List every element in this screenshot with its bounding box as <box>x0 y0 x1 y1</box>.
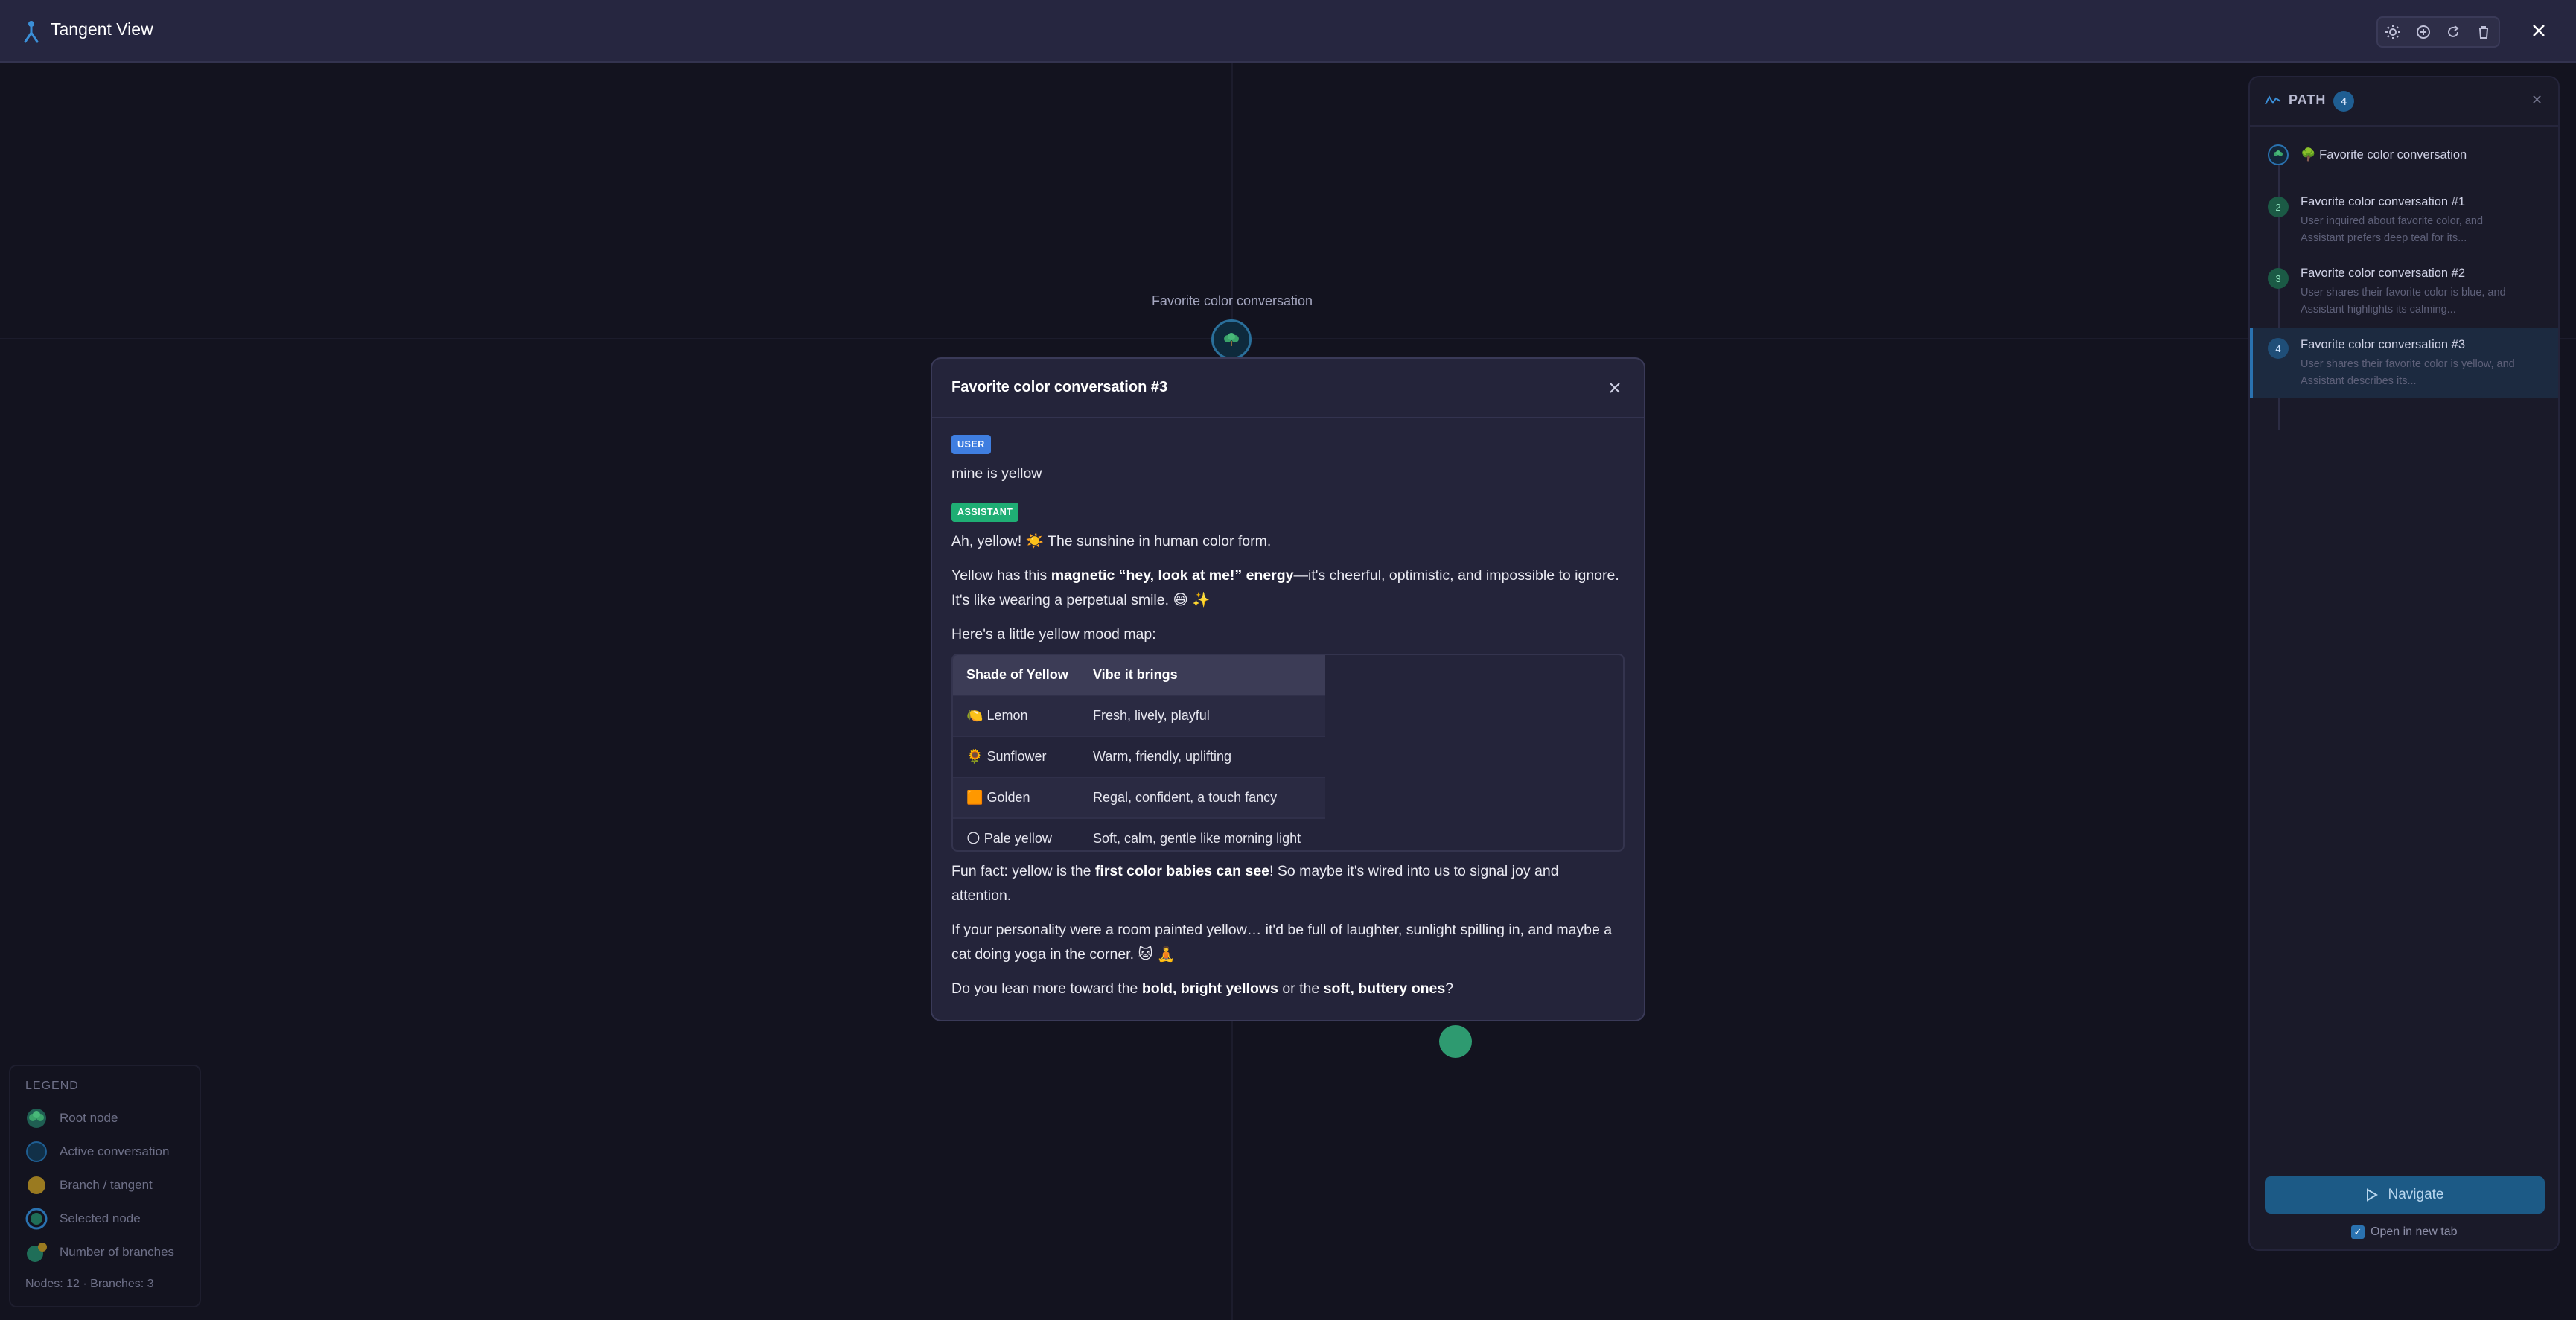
step-number: 4 <box>2268 338 2289 359</box>
legend: LEGEND Root node Active conversation Bra… <box>9 1065 201 1307</box>
navigate-button[interactable]: Navigate <box>2265 1176 2545 1214</box>
assistant-paragraph: Here's a little yellow mood map: <box>951 626 1156 643</box>
assistant-paragraph: Yellow has this magnetic “hey, look at m… <box>951 567 1619 608</box>
table-header: Shade of Yellow <box>953 655 1080 695</box>
modal-header: Favorite color conversation #3 <box>932 359 1644 418</box>
selected-node-icon <box>25 1208 48 1230</box>
root-node-label: Favorite color conversation <box>1151 293 1313 308</box>
navigate-label: Navigate <box>2388 1187 2444 1202</box>
path-item-summary: User shares their favorite color is yell… <box>2301 358 2515 387</box>
close-icon[interactable] <box>2528 19 2550 42</box>
path-icon <box>2265 95 2281 105</box>
active-conversation-icon <box>26 1141 47 1162</box>
path-item-title: 🌳 Favorite color conversation <box>2301 148 2467 162</box>
play-icon <box>2366 1188 2378 1202</box>
user-message: mine is yellow <box>951 465 1042 482</box>
assistant-paragraph: Ah, yellow! ☀️ The sunshine in human col… <box>951 533 1272 549</box>
table-row: 🌻 Sunflower Warm, friendly, uplifting <box>953 736 1325 777</box>
path-item-summary: User inquired about favorite color, and … <box>2301 215 2484 244</box>
open-new-tab-checkbox[interactable]: ✓ <box>2351 1225 2365 1239</box>
app-title: Tangent View <box>51 19 153 39</box>
table-row: 🍋 Lemon Fresh, lively, playful <box>953 695 1325 736</box>
path-panel: PATH 4 ✕ 🌳 Favorite color conversation 2… <box>2248 76 2560 1251</box>
path-item-3[interactable]: 4 Favorite color conversation #3 User sh… <box>2250 328 2558 398</box>
legend-item-selected: Selected node <box>25 1205 141 1232</box>
legend-item-root: Root node <box>25 1105 118 1132</box>
path-item-title: Favorite color conversation #3 <box>2301 338 2466 351</box>
lemon-icon: 🍋 <box>966 708 983 723</box>
orange-square-icon: 🟧 <box>966 790 983 805</box>
sun-icon[interactable] <box>2382 21 2404 43</box>
legend-item-branch-count: Number of branches <box>25 1239 174 1266</box>
graph-stats: Nodes: 12 · Branches: 3 <box>25 1278 154 1290</box>
add-circle-icon[interactable] <box>2412 21 2435 43</box>
root-node-icon <box>27 1109 46 1128</box>
assistant-role-badge: ASSISTANT <box>951 503 1019 522</box>
path-count-badge: 4 <box>2333 91 2354 112</box>
grid-line <box>0 338 2576 339</box>
assistant-paragraph: Do you lean more toward the bold, bright… <box>951 981 1454 997</box>
modal-title: Favorite color conversation #3 <box>951 379 1168 395</box>
path-item-title: Favorite color conversation #2 <box>2301 267 2466 280</box>
assistant-paragraph: Fun fact: yellow is the first color babi… <box>951 863 1559 904</box>
path-item-2[interactable]: 3 Favorite color conversation #2 User sh… <box>2250 256 2558 326</box>
close-icon[interactable]: ✕ <box>2531 92 2542 108</box>
mood-table: Shade of Yellow Vibe it brings 🍋 Lemon F… <box>951 654 1625 852</box>
close-icon[interactable] <box>1605 378 1625 398</box>
open-new-tab-option[interactable]: ✓ Open in new tab <box>2351 1225 2458 1239</box>
user-role-badge: USER <box>951 435 991 454</box>
branch-count-icon <box>27 1243 47 1262</box>
step-number: 3 <box>2268 268 2289 289</box>
tangent-logo-icon <box>24 21 39 43</box>
root-node[interactable] <box>1211 319 1252 360</box>
trash-icon[interactable] <box>2473 21 2495 43</box>
sunflower-icon: 🌻 <box>966 749 983 764</box>
path-item-title: Favorite color conversation #1 <box>2301 195 2466 208</box>
path-panel-header: PATH 4 ✕ <box>2250 77 2558 127</box>
step-number: 2 <box>2268 197 2289 217</box>
refresh-icon[interactable] <box>2442 21 2464 43</box>
table-row: 🌕 Pale yellow Soft, calm, gentle like mo… <box>953 817 1325 850</box>
toolbar <box>2376 16 2500 48</box>
path-item-1[interactable]: 2 Favorite color conversation #1 User in… <box>2250 183 2558 253</box>
table-header-row: Shade of Yellow Vibe it brings <box>953 655 1325 695</box>
assistant-paragraph: If your personality were a room painted … <box>951 922 1613 963</box>
legend-title: LEGEND <box>25 1080 79 1092</box>
legend-item-branch: Branch / tangent <box>25 1172 153 1199</box>
title-bar: Tangent View <box>0 0 2576 63</box>
legend-item-active: Active conversation <box>25 1138 169 1165</box>
path-item-root[interactable]: 🌳 Favorite color conversation <box>2250 138 2558 180</box>
conversation-modal: Favorite color conversation #3 USER mine… <box>931 357 1645 1021</box>
graph-node[interactable] <box>1439 1025 1472 1058</box>
moon-icon: 🌕 <box>966 831 981 846</box>
table-row: 🟧 Golden Regal, confident, a touch fancy <box>953 777 1325 818</box>
tree-icon <box>1224 333 1239 346</box>
open-new-tab-label: Open in new tab <box>2371 1225 2458 1238</box>
table-header: Vibe it brings <box>1080 655 1325 695</box>
path-title: PATH <box>2289 92 2327 107</box>
root-step-icon <box>2268 144 2289 165</box>
branch-icon <box>28 1176 45 1194</box>
path-item-summary: User shares their favorite color is blue… <box>2301 287 2506 316</box>
